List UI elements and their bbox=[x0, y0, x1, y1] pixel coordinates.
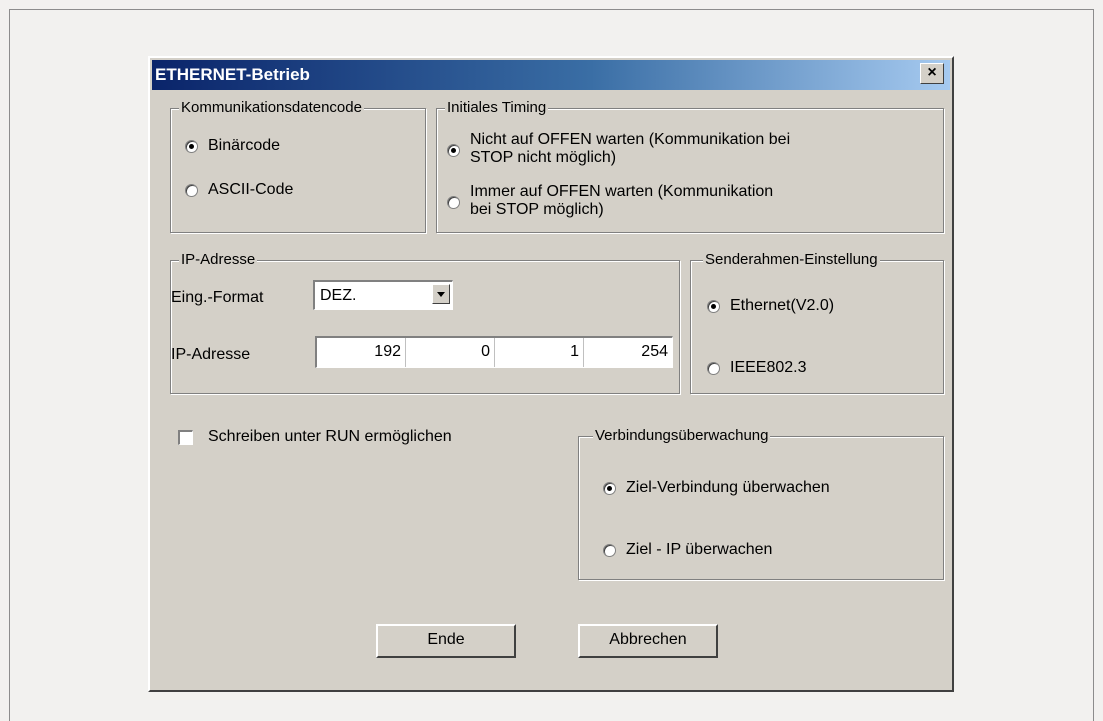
radio-ieee8023[interactable]: IEEE802.3 bbox=[707, 359, 807, 377]
ip-address-label: IP-Adresse bbox=[171, 346, 251, 363]
ok-button[interactable]: Ende bbox=[376, 624, 516, 658]
radio-ethernet-v2-label: Ethernet(V2.0) bbox=[730, 297, 835, 314]
dialog-title: ETHERNET-Betrieb bbox=[155, 65, 310, 84]
run-write-checkbox[interactable] bbox=[178, 430, 193, 445]
input-format-label: Eing.-Format bbox=[171, 289, 264, 306]
cancel-button[interactable]: Abbrechen bbox=[578, 624, 718, 658]
radio-no-wait-open-indicator[interactable] bbox=[447, 144, 460, 157]
ip-octet-3[interactable]: 1 bbox=[495, 338, 584, 367]
label-line-2: STOP nicht möglich) bbox=[470, 149, 617, 166]
radio-ethernet-v2[interactable]: Ethernet(V2.0) bbox=[707, 297, 834, 315]
radio-binary-label: Binärcode bbox=[208, 137, 281, 154]
group-comm-code: Kommunikationsdatencode Binärcode ASCII-… bbox=[170, 99, 426, 233]
label-line-1: Nicht auf OFFEN warten (Kommunikation be… bbox=[470, 131, 791, 148]
ethernet-dialog: ETHERNET-Betrieb × Kommunikationsdatenco… bbox=[148, 56, 954, 692]
group-ip-address-legend: IP-Adresse bbox=[179, 251, 258, 268]
radio-binary-indicator[interactable] bbox=[185, 140, 198, 153]
run-write-label: Schreiben unter RUN ermöglichen bbox=[208, 428, 452, 445]
group-ip-address: IP-Adresse Eing.-Format DEZ. IP-Adresse … bbox=[170, 251, 680, 394]
chevron-down-icon[interactable] bbox=[432, 284, 450, 304]
radio-ieee8023-indicator[interactable] bbox=[707, 362, 720, 375]
radio-binary[interactable]: Binärcode bbox=[185, 137, 280, 155]
radio-ieee8023-label: IEEE802.3 bbox=[730, 359, 807, 376]
radio-target-ip-indicator[interactable] bbox=[603, 544, 616, 557]
radio-target-connection-label: Ziel-Verbindung überwachen bbox=[626, 479, 830, 496]
radio-ascii-label: ASCII-Code bbox=[208, 181, 294, 198]
ip-address-input[interactable]: 192 0 1 254 bbox=[315, 336, 673, 368]
close-icon: × bbox=[927, 64, 937, 81]
ip-octet-2[interactable]: 0 bbox=[406, 338, 495, 367]
radio-always-wait-open-indicator[interactable] bbox=[447, 196, 460, 209]
group-comm-code-legend: Kommunikationsdatencode bbox=[179, 99, 364, 116]
group-frame-setting: Senderahmen-Einstellung Ethernet(V2.0) I… bbox=[690, 251, 944, 394]
label-line-1: Immer auf OFFEN warten (Kommunikation bbox=[470, 183, 774, 200]
ip-octet-1[interactable]: 192 bbox=[317, 338, 406, 367]
group-connection-monitor-legend: Verbindungsüberwachung bbox=[593, 427, 771, 444]
group-connection-monitor: Verbindungsüberwachung Ziel-Verbindung ü… bbox=[578, 427, 944, 580]
radio-target-connection[interactable]: Ziel-Verbindung überwachen bbox=[603, 479, 830, 497]
radio-no-wait-open[interactable]: Nicht auf OFFEN warten (Kommunikation be… bbox=[447, 131, 790, 167]
ip-octet-4[interactable]: 254 bbox=[584, 338, 672, 367]
group-initial-timing: Initiales Timing Nicht auf OFFEN warten … bbox=[436, 99, 944, 233]
input-format-value: DEZ. bbox=[320, 287, 357, 304]
input-format-select[interactable]: DEZ. bbox=[313, 280, 453, 310]
group-frame-setting-legend: Senderahmen-Einstellung bbox=[703, 251, 880, 268]
radio-always-wait-open-label: Immer auf OFFEN warten (Kommunikation be… bbox=[470, 183, 773, 219]
radio-target-ip[interactable]: Ziel - IP überwachen bbox=[603, 541, 772, 559]
title-bar: ETHERNET-Betrieb × bbox=[152, 60, 950, 90]
radio-no-wait-open-label: Nicht auf OFFEN warten (Kommunikation be… bbox=[470, 131, 790, 167]
radio-target-connection-indicator[interactable] bbox=[603, 482, 616, 495]
radio-always-wait-open[interactable]: Immer auf OFFEN warten (Kommunikation be… bbox=[447, 183, 773, 219]
close-button[interactable]: × bbox=[920, 63, 944, 84]
radio-target-ip-label: Ziel - IP überwachen bbox=[626, 541, 773, 558]
label-line-2: bei STOP möglich) bbox=[470, 201, 604, 218]
radio-ethernet-v2-indicator[interactable] bbox=[707, 300, 720, 313]
radio-ascii-indicator[interactable] bbox=[185, 184, 198, 197]
group-initial-timing-legend: Initiales Timing bbox=[445, 99, 549, 116]
radio-ascii[interactable]: ASCII-Code bbox=[185, 181, 293, 199]
